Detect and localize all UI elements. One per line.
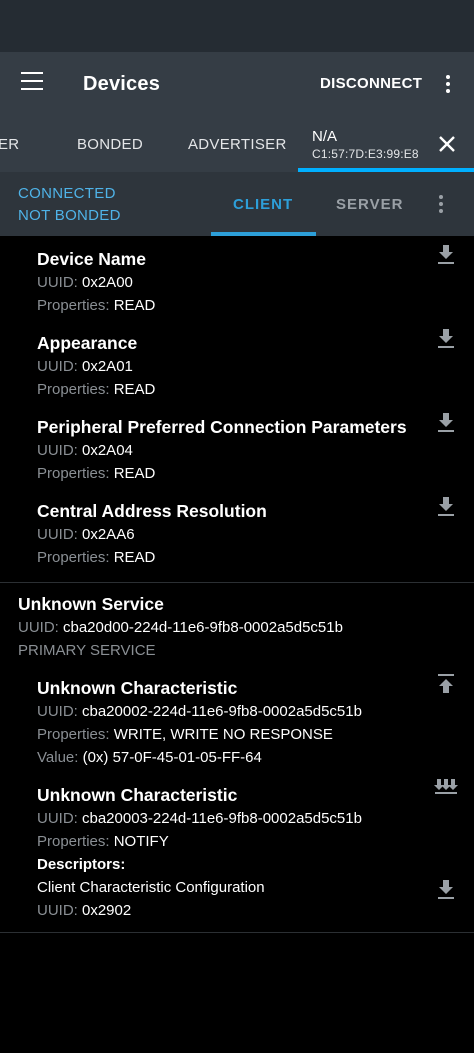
characteristic-name: Central Address Resolution [37,501,267,521]
upload-icon[interactable] [434,672,458,696]
service-uuid: cba20d00-224d-11e6-9fb8-0002a5d5c51b [63,619,343,636]
uuid-label: UUID: [18,619,63,636]
service-item[interactable]: Unknown Service UUID: cba20d00-224d-11e6… [18,593,343,662]
app-bar: Devices DISCONNECT [0,52,474,116]
more-options-icon[interactable] [439,195,443,213]
more-options-icon[interactable] [446,75,450,93]
close-icon[interactable] [438,135,456,153]
characteristic-item[interactable]: Unknown Characteristic UUID: cba20002-22… [37,677,362,769]
properties-label: Properties: [37,381,114,398]
descriptors-heading: Descriptors: [37,856,126,873]
tab-scanner-partial[interactable]: ER [0,136,19,153]
properties-label: Properties: [37,465,114,482]
characteristic-properties: READ [113,549,156,566]
uuid-label: UUID: [37,358,82,375]
characteristic-item[interactable]: Device Name UUID: 0x2A00 Properties: REA… [37,248,155,317]
characteristic-properties: READ [113,297,156,314]
device-name: N/A [312,128,338,145]
service-type: PRIMARY SERVICE [18,642,156,659]
characteristic-value: (0x) 57-0F-45-01-05-FF-64 [82,749,262,766]
download-icon[interactable] [434,877,458,901]
download-icon[interactable] [434,494,458,518]
connection-bar: CONNECTED NOT BONDED CLIENT SERVER [0,172,474,236]
characteristic-uuid: cba20003-224d-11e6-9fb8-0002a5d5c51b [82,810,362,827]
uuid-label: UUID: [37,274,82,291]
descriptor-item[interactable]: Client Characteristic Configuration UUID… [37,876,362,922]
download-icon[interactable] [434,326,458,350]
characteristic-name: Peripheral Preferred Connection Paramete… [37,417,407,437]
characteristic-uuid: 0x2A01 [82,358,133,375]
uuid-label: UUID: [37,810,82,827]
hamburger-menu-icon[interactable] [21,72,43,90]
device-tab-row: ER BONDED ADVERTISER N/A C1:57:7D:E3:99:… [0,116,474,172]
characteristic-properties: WRITE, WRITE NO RESPONSE [113,726,333,743]
page-title: Devices [83,73,161,95]
bond-status: NOT BONDED [18,207,121,224]
characteristic-uuid: cba20002-224d-11e6-9fb8-0002a5d5c51b [82,703,362,720]
characteristic-name: Appearance [37,333,138,353]
characteristic-name: Unknown Characteristic [37,785,238,805]
download-icon[interactable] [434,410,458,434]
properties-label: Properties: [37,726,114,743]
tab-advertiser[interactable]: ADVERTISER [188,136,287,153]
tab-bonded[interactable]: BONDED [77,136,143,153]
characteristic-properties: READ [113,465,156,482]
characteristic-uuid: 0x2AA6 [82,526,135,543]
tab-client[interactable]: CLIENT [233,196,293,213]
characteristic-uuid: 0x2A04 [82,442,133,459]
characteristic-item[interactable]: Unknown Characteristic UUID: cba20003-22… [37,784,362,922]
characteristic-properties: READ [113,381,156,398]
disconnect-button[interactable]: DISCONNECT [320,75,422,92]
tab-server[interactable]: SERVER [336,196,403,213]
download-icon[interactable] [434,242,458,266]
service-name: Unknown Service [18,594,164,614]
uuid-label: UUID: [37,703,82,720]
properties-label: Properties: [37,297,114,314]
uuid-label: UUID: [37,902,82,919]
connection-status: CONNECTED [18,185,116,202]
notify-multiple-download-icon[interactable] [434,777,458,801]
characteristic-uuid: 0x2A00 [82,274,133,291]
device-address: C1:57:7D:E3:99:E8 [312,147,419,161]
characteristic-item[interactable]: Appearance UUID: 0x2A01 Properties: READ [37,332,155,401]
divider [0,932,474,933]
descriptor-uuid: 0x2902 [82,902,132,919]
divider [0,582,474,583]
status-bar [0,0,474,52]
properties-label: Properties: [37,833,114,850]
value-label: Value: [37,749,83,766]
uuid-label: UUID: [37,526,82,543]
uuid-label: UUID: [37,442,82,459]
descriptor-name: Client Characteristic Configuration [37,879,265,896]
characteristic-name: Unknown Characteristic [37,678,238,698]
characteristic-properties: NOTIFY [113,833,169,850]
client-tab-indicator [211,232,316,236]
properties-label: Properties: [37,549,114,566]
characteristic-name: Device Name [37,249,146,269]
characteristic-item[interactable]: Peripheral Preferred Connection Paramete… [37,416,407,485]
characteristic-item[interactable]: Central Address Resolution UUID: 0x2AA6 … [37,500,267,569]
